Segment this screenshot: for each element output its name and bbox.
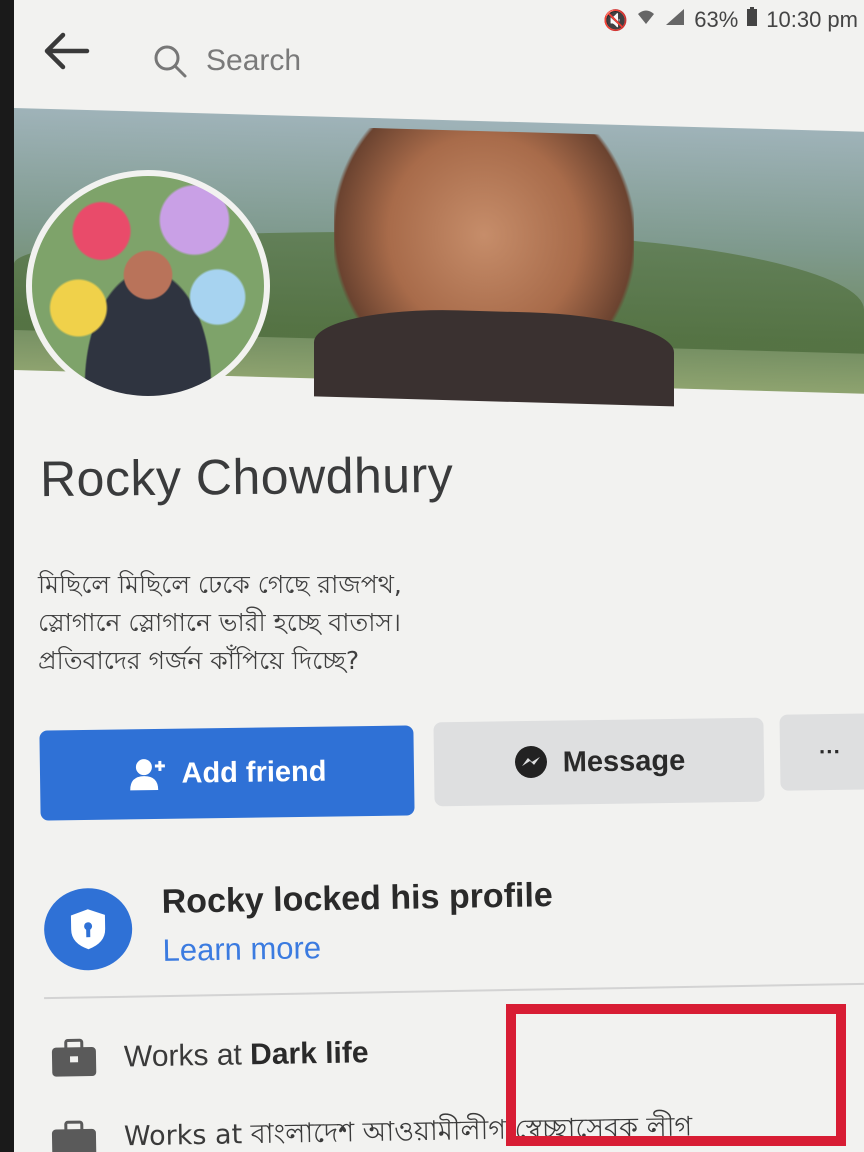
- bio-line: প্রতিবাদের গর্জন কাঁপিয়ে দিচ্ছে?: [38, 646, 360, 675]
- profile-bio: মিছিলে মিছিলে ঢেকে গেছে রাজপথ, স্লোগানে …: [38, 566, 598, 680]
- briefcase-icon: [51, 1120, 97, 1152]
- search-placeholder: Search: [206, 44, 302, 77]
- back-arrow-icon: [44, 32, 90, 70]
- message-label: Message: [562, 744, 686, 779]
- search-icon: [154, 45, 187, 78]
- work-prefix: Works at: [123, 1119, 243, 1152]
- briefcase-icon: [51, 1038, 97, 1077]
- work-place[interactable]: Dark life: [250, 1036, 369, 1071]
- search-input[interactable]: Search: [144, 30, 744, 92]
- back-button[interactable]: [38, 26, 94, 76]
- more-icon: ···: [818, 738, 842, 765]
- highlight-box: [506, 1004, 846, 1146]
- phone-screen: 🔇 63% 10:30 pm Search Rocky Chowdhury মি…: [14, 0, 864, 1152]
- shield-lock-icon: [43, 887, 133, 971]
- bio-line: মিছিলে মিছিলে ঢেকে গেছে রাজপথ,: [38, 570, 402, 599]
- more-options-button[interactable]: ···: [779, 713, 864, 791]
- locked-profile-notice: Rocky locked his profile Learn more: [43, 855, 845, 979]
- bio-line: স্লোগানে স্লোগানে ভারী হচ্ছে বাতাস।: [38, 608, 401, 637]
- divider: [44, 982, 864, 1000]
- add-friend-label: Add friend: [181, 755, 327, 790]
- add-person-icon: [129, 759, 165, 791]
- work-prefix: Works at: [123, 1038, 243, 1074]
- avatar[interactable]: [26, 170, 270, 402]
- work-item: Works at Dark life: [50, 1033, 369, 1079]
- learn-more-link[interactable]: Learn more: [162, 930, 321, 969]
- message-button[interactable]: Message: [433, 717, 765, 807]
- profile-name: Rocky Chowdhury: [39, 446, 454, 508]
- add-friend-button[interactable]: Add friend: [39, 725, 415, 821]
- messenger-icon: [514, 745, 547, 778]
- locked-profile-title: Rocky locked his profile: [161, 876, 554, 921]
- search-header: Search: [14, 0, 864, 108]
